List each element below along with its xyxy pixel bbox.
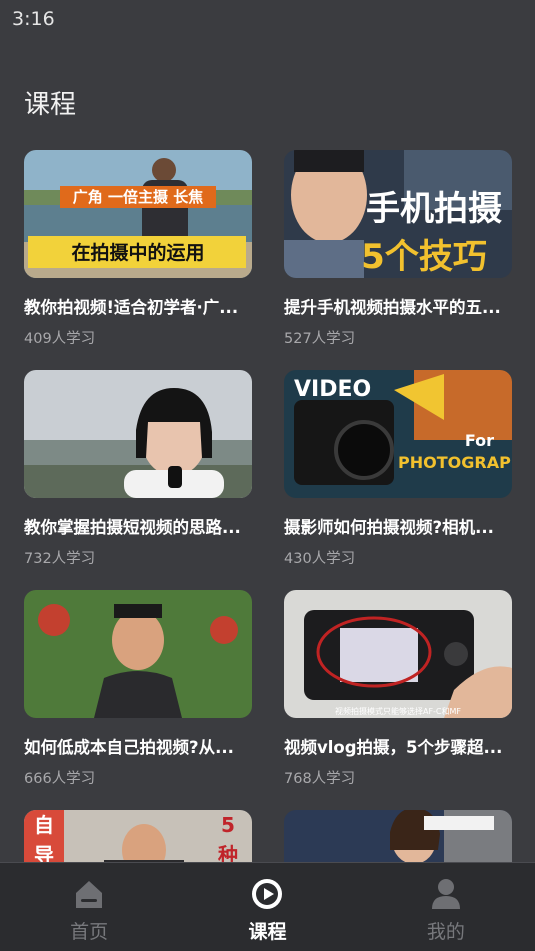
course-title[interactable]: 视频vlog拍摄，5个步骤超... [284,734,512,758]
course-learners: 768人学习 [284,771,356,787]
course-card[interactable]: 如何低成本自己拍视频?从... 666人学习 [24,590,252,788]
course-card[interactable]: 自 导 5 种 [24,810,252,862]
course-card[interactable]: 手机拍摄 5个技巧 提升手机视频拍摄水平的五... 527人学习 [284,150,512,348]
course-thumbnail[interactable] [24,370,252,498]
course-thumbnail[interactable]: 广角 一倍主摄 长焦 在拍摄中的运用 [24,150,252,278]
course-learners: 430人学习 [284,551,356,567]
course-thumbnail[interactable] [24,590,252,718]
bottom-tab-bar: 首页 课程 我的 [0,862,535,951]
tab-label: 首页 [70,921,109,943]
course-thumbnail[interactable]: 视频拍摄模式只能够选择AF-C和MF [284,590,512,718]
course-grid: 广角 一倍主摄 长焦 在拍摄中的运用 教你拍视频!适合初学者·广... 409人… [24,150,512,862]
page-title: 课程 [24,90,77,120]
course-title[interactable]: 摄影师如何拍摄视频?相机... [284,514,512,538]
thumb-caption: 自 [34,813,54,837]
course-title[interactable]: 提升手机视频拍摄水平的五... [284,294,512,318]
play-circle-icon [252,879,283,909]
course-title[interactable]: 教你拍视频!适合初学者·广... [24,294,252,318]
tab-profile[interactable]: 我的 [357,863,535,951]
course-thumbnail[interactable]: VIDEO For PHOTOGRAPHERS [284,370,512,498]
thumb-caption: 导 [34,843,54,862]
tab-label: 课程 [248,921,287,943]
home-icon [76,881,103,908]
course-thumbnail[interactable]: 手机拍摄 5个技巧 [284,150,512,278]
course-title[interactable]: 如何低成本自己拍视频?从... [24,734,252,758]
course-learners: 732人学习 [24,551,96,567]
thumb-caption: 视频拍摄模式只能够选择AF-C和MF [335,706,461,716]
thumb-caption: 种 [217,843,238,862]
course-card[interactable]: 教你掌握拍摄短视频的思路... 732人学习 [24,370,252,568]
course-card[interactable]: VIDEO For PHOTOGRAPHERS 摄影师如何拍摄视频?相机... … [284,370,512,568]
thumb-caption: 5个技巧 [361,237,487,277]
thumb-caption: 广角 一倍主摄 长焦 [73,188,203,206]
thumb-caption: PHOTOGRAPHERS [398,453,512,472]
course-thumbnail[interactable] [284,810,512,862]
user-icon [431,879,460,909]
thumb-caption: 5 [221,813,235,837]
course-learners: 666人学习 [24,771,96,787]
course-thumbnail[interactable]: 自 导 5 种 [24,810,252,862]
course-card[interactable]: 广角 一倍主摄 长焦 在拍摄中的运用 教你拍视频!适合初学者·广... 409人… [24,150,252,348]
thumb-caption: 在拍摄中的运用 [71,241,204,264]
course-learners: 409人学习 [24,331,96,347]
course-title[interactable]: 教你掌握拍摄短视频的思路... [24,514,252,538]
tab-home[interactable]: 首页 [0,863,178,951]
course-card[interactable]: 视频拍摄模式只能够选择AF-C和MF 视频vlog拍摄，5个步骤超... 768… [284,590,512,788]
thumb-caption: For [465,431,494,450]
tab-label: 我的 [426,921,465,943]
thumb-caption: 手机拍摄 [366,189,502,229]
status-bar: 3:16 [0,0,535,40]
course-learners: 527人学习 [284,331,356,347]
status-time: 3:16 [12,8,55,30]
course-card[interactable] [284,810,512,862]
thumb-caption: VIDEO [294,377,371,402]
tab-courses[interactable]: 课程 [178,863,356,951]
